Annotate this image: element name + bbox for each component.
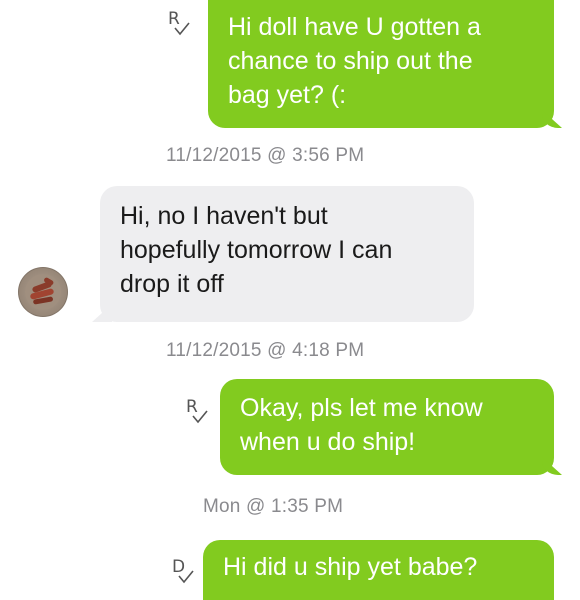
message-timestamp: Mon @ 1:35 PM	[203, 496, 344, 517]
message-timestamp: 11/12/2015 @ 3:56 PM	[166, 145, 365, 166]
read-status-indicator: R	[168, 10, 194, 40]
user-avatar[interactable]	[18, 267, 68, 317]
outgoing-message-bubble[interactable]: Okay, pls let me know when u do ship!	[220, 379, 554, 475]
checkmark-icon	[174, 22, 190, 36]
outgoing-message-bubble[interactable]: Hi did u ship yet babe?	[203, 540, 554, 600]
read-status-indicator: R	[186, 398, 212, 428]
incoming-message-bubble[interactable]: Hi, no I haven't but hopefully tomorrow …	[100, 186, 474, 322]
outgoing-message-bubble[interactable]: Hi doll have U gotten a chance to ship o…	[208, 0, 554, 128]
checkmark-icon	[192, 410, 208, 424]
checkmark-icon	[178, 570, 194, 584]
message-timestamp: 11/12/2015 @ 4:18 PM	[166, 340, 365, 361]
delivered-status-indicator: D	[172, 558, 198, 588]
avatar-photo	[25, 274, 61, 310]
